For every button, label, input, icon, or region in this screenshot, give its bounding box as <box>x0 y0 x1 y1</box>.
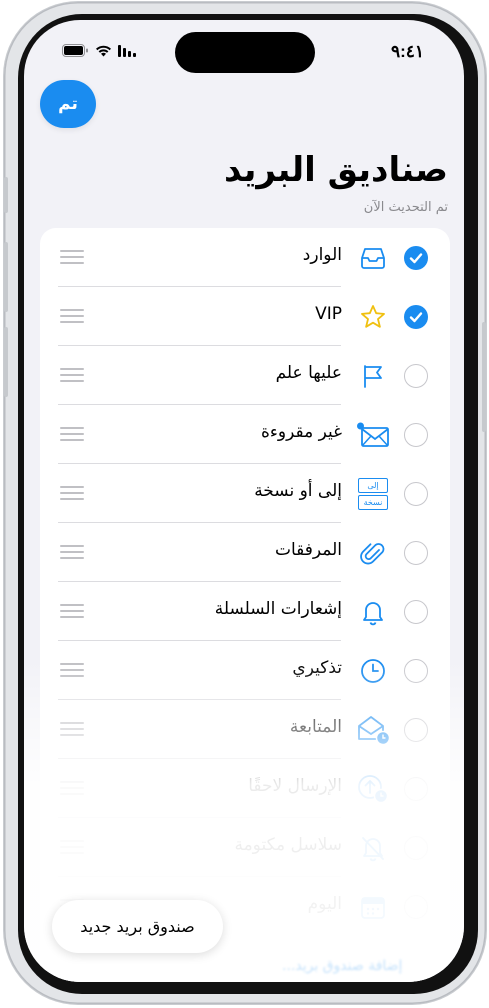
mailbox-label: عليها علم <box>275 363 342 383</box>
star-icon <box>356 300 390 334</box>
reorder-handle-icon[interactable] <box>60 781 84 795</box>
clock-icon <box>356 654 390 688</box>
battery-icon <box>62 42 89 61</box>
side-button <box>482 322 486 432</box>
reorder-handle-icon[interactable] <box>60 368 84 382</box>
flag-icon <box>356 359 390 393</box>
page-title: صناديق البريد <box>223 150 449 190</box>
to-cc-icon: إلى نسخة <box>356 477 390 511</box>
reorder-handle-icon[interactable] <box>60 722 84 736</box>
reorder-handle-icon[interactable] <box>60 840 84 854</box>
checkbox-unchecked[interactable] <box>404 836 428 860</box>
reorder-handle-icon[interactable] <box>60 250 84 264</box>
calendar-icon <box>356 890 390 924</box>
status-icons <box>62 42 136 61</box>
screen: ٩:٤١ تم صناديق البريد تم التحديث الآن ال… <box>24 20 464 982</box>
updated-status: تم التحديث الآن <box>363 200 448 215</box>
mailbox-label: VIP <box>315 304 342 324</box>
mailbox-label: إشعارات السلسلة <box>214 599 342 619</box>
reorder-handle-icon[interactable] <box>60 427 84 441</box>
mailbox-row-inbox[interactable]: الوارد <box>40 228 450 287</box>
mailbox-label: سلاسل مكتومة <box>234 835 342 855</box>
follow-up-envelope-icon <box>356 713 390 747</box>
mailbox-row-unread[interactable]: غير مقروءة <box>40 405 450 464</box>
reorder-handle-icon[interactable] <box>60 663 84 677</box>
mailbox-label: المرفقات <box>274 540 342 560</box>
mailbox-list: الوارد VIP عليها علم غير مقروءة إلى نسخة… <box>40 228 450 982</box>
mailbox-row-flagged[interactable]: عليها علم <box>40 346 450 405</box>
new-mailbox-button[interactable]: صندوق بريد جديد <box>52 900 223 953</box>
action-button <box>4 177 8 213</box>
checkbox-unchecked[interactable] <box>404 541 428 565</box>
mailbox-label: الإرسال لاحقًا <box>248 776 342 796</box>
mailbox-label: اليوم <box>307 894 342 914</box>
mailbox-row-vip[interactable]: VIP <box>40 287 450 346</box>
cellular-signal-icon <box>118 42 136 61</box>
checkbox-unchecked[interactable] <box>404 718 428 742</box>
mailbox-label: الوارد <box>302 245 342 265</box>
checkbox-unchecked[interactable] <box>404 659 428 683</box>
checkbox-unchecked[interactable] <box>404 482 428 506</box>
mailbox-row-to-cc[interactable]: إلى نسخة إلى أو نسخة <box>40 464 450 523</box>
checkbox-unchecked[interactable] <box>404 423 428 447</box>
inbox-icon <box>356 241 390 275</box>
mailbox-row-follow-up[interactable]: المتابعة <box>40 700 450 759</box>
cc-box: نسخة <box>358 495 388 510</box>
checkbox-unchecked[interactable] <box>404 777 428 801</box>
volume-up-button <box>4 242 8 312</box>
reorder-handle-icon[interactable] <box>60 604 84 618</box>
mailbox-row-muted-threads[interactable]: سلاسل مكتومة <box>40 818 450 877</box>
reorder-handle-icon[interactable] <box>60 309 84 323</box>
mailbox-label: غير مقروءة <box>261 422 342 442</box>
paperclip-icon <box>356 536 390 570</box>
add-mailbox-link[interactable]: إضافة صندوق بريد... <box>282 958 402 974</box>
reorder-handle-icon[interactable] <box>60 545 84 559</box>
dynamic-island <box>175 32 315 73</box>
checkbox-checked[interactable] <box>404 305 428 329</box>
checkbox-checked[interactable] <box>404 246 428 270</box>
bell-icon <box>356 595 390 629</box>
mailbox-label: إلى أو نسخة <box>254 481 342 501</box>
volume-down-button <box>4 327 8 397</box>
mailbox-row-thread-notifications[interactable]: إشعارات السلسلة <box>40 582 450 641</box>
checkbox-unchecked[interactable] <box>404 600 428 624</box>
checkbox-unchecked[interactable] <box>404 364 428 388</box>
status-time: ٩:٤١ <box>390 42 424 61</box>
mailbox-row-remind-me[interactable]: تذكيري <box>40 641 450 700</box>
mailbox-row-send-later[interactable]: الإرسال لاحقًا <box>40 759 450 818</box>
checkbox-unchecked[interactable] <box>404 895 428 919</box>
to-box: إلى <box>358 478 388 493</box>
reorder-handle-icon[interactable] <box>60 486 84 500</box>
wifi-icon <box>95 42 112 61</box>
unread-envelope-icon <box>356 418 390 452</box>
mailbox-label: المتابعة <box>289 717 342 737</box>
send-later-icon <box>356 772 390 806</box>
muted-bell-icon <box>356 831 390 865</box>
mailbox-row-attachments[interactable]: المرفقات <box>40 523 450 582</box>
done-button[interactable]: تم <box>40 80 96 128</box>
mailbox-label: تذكيري <box>292 658 342 678</box>
